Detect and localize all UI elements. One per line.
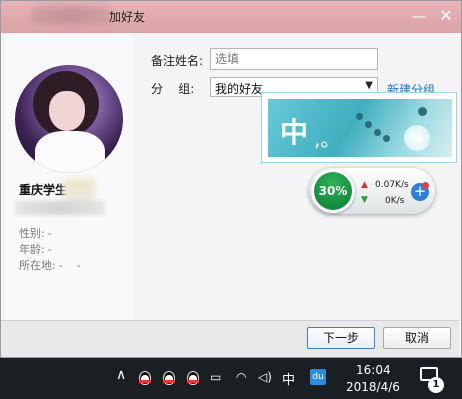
blurred-account-id <box>15 201 105 215</box>
gender-value: - <box>47 227 52 240</box>
profile-location: 所在地: - - <box>19 257 81 273</box>
notification-dot <box>422 182 429 189</box>
profile-gender: 性别: - <box>19 225 52 241</box>
qq-penguin-icon[interactable] <box>186 369 200 387</box>
baidu-du-icon[interactable]: du <box>310 369 326 385</box>
cancel-button[interactable]: 取消 <box>383 327 451 349</box>
ime-banner-image: 中 ,。 <box>268 99 452 157</box>
ime-mode-char: 中 <box>280 116 309 149</box>
upload-arrow-icon: ▲ <box>361 180 368 190</box>
remark-label: 备注姓名: <box>151 54 204 68</box>
gender-label: 性别: <box>19 227 45 240</box>
close-button[interactable]: ✕ <box>435 5 457 27</box>
ime-punct-mode: ,。 <box>314 127 341 151</box>
bead-decoration <box>374 129 381 136</box>
window-title: 加好友 <box>109 10 146 24</box>
age-label: 年龄: <box>19 243 45 256</box>
bead-decoration <box>356 113 363 120</box>
avatar-face <box>49 91 85 131</box>
download-speed: 0K/s <box>385 196 405 206</box>
profile-age: 年龄: - <box>19 241 52 257</box>
clock-time[interactable]: 16:04 <box>356 363 391 377</box>
profile-nickname: 重庆学生 <box>19 183 68 197</box>
remark-input[interactable] <box>210 48 378 70</box>
wifi-icon[interactable]: ◠ <box>236 370 246 384</box>
location-value: - - <box>58 259 81 272</box>
profile-panel: 重庆学生 性别: - 年龄: - 所在地: - - <box>5 33 133 321</box>
chevron-up-icon[interactable]: ∧ <box>116 367 126 383</box>
ime-skin-popup: 中 ,。 <box>261 92 457 163</box>
taskbar: ∧ ▭ ◠ ◁) 中 du 16:04 2018/4/6 1 <box>0 358 462 399</box>
flower-decoration <box>404 125 430 151</box>
ime-indicator[interactable]: 中 <box>282 369 295 388</box>
qq-penguin-icon[interactable] <box>138 369 152 387</box>
dialog-footer: 下一步 取消 <box>1 320 459 357</box>
chevron-down-icon: ▼ <box>365 80 373 91</box>
memory-usage-percent: 30% <box>314 172 352 210</box>
avatar-shirt <box>35 131 105 173</box>
minimize-button[interactable]: — <box>408 5 430 27</box>
notification-count-badge: 1 <box>428 377 444 393</box>
next-button[interactable]: 下一步 <box>307 327 375 349</box>
upload-speed: 0.07K/s <box>375 180 409 190</box>
volume-icon[interactable]: ◁) <box>258 370 272 384</box>
bead-decoration <box>365 121 372 128</box>
clock-date[interactable]: 2018/4/6 <box>346 380 400 394</box>
bead-decoration <box>383 135 390 142</box>
location-label: 所在地: <box>19 259 56 272</box>
battery-icon[interactable]: ▭ <box>210 370 221 384</box>
download-arrow-icon: ▼ <box>361 195 368 205</box>
group-label: 分 组: <box>151 82 195 96</box>
network-speed-widget[interactable]: 30% ▲ 0.07K/s ▼ 0K/s + <box>309 168 435 214</box>
qq-penguin-icon[interactable] <box>162 369 176 387</box>
avatar <box>15 65 123 173</box>
group-select-value: 我的好友 <box>215 82 264 96</box>
blurred-title-region <box>31 6 111 24</box>
title-bar: 加好友 — ✕ <box>1 1 461 33</box>
bead-decoration <box>418 107 427 116</box>
age-value: - <box>47 243 52 256</box>
speed-ring: 30% <box>311 169 355 213</box>
